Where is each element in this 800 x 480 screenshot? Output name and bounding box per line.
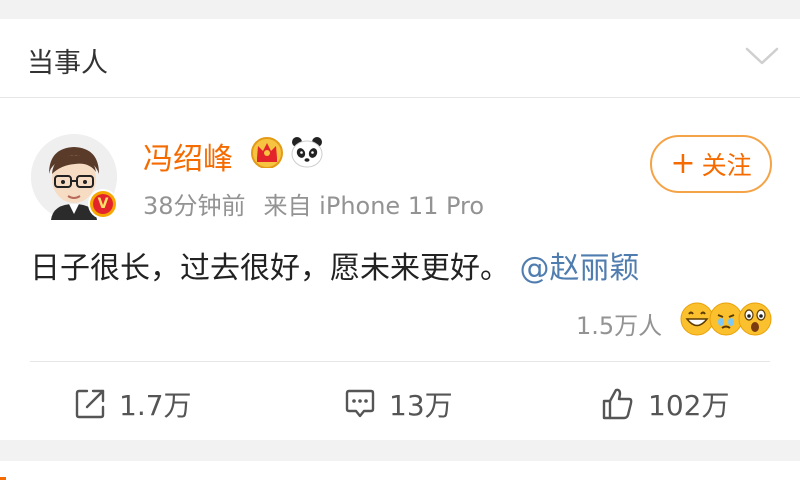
follow-button[interactable]: + 关注 bbox=[650, 135, 772, 193]
divider bbox=[30, 361, 770, 362]
section-title: 当事人 bbox=[27, 48, 108, 79]
surprised-emoji-icon bbox=[738, 302, 772, 336]
comment-button[interactable]: 13万 bbox=[343, 382, 453, 426]
post-card: V 冯绍峰 38分钟前 来自 iPhone 11 Pro + 关注 日子很长，过去… bbox=[0, 98, 800, 440]
avatar[interactable]: V bbox=[31, 134, 118, 220]
follow-label: 关注 bbox=[701, 151, 752, 180]
thumbs-up-icon bbox=[602, 388, 633, 420]
section-header[interactable]: 当事人 bbox=[0, 19, 800, 98]
post-time: 38分钟前 bbox=[143, 192, 246, 220]
username[interactable]: 冯绍峰 bbox=[143, 134, 233, 178]
post-text: 日子很长，过去很好，愿未来更好。 @赵丽颖 bbox=[30, 243, 640, 287]
like-count: 102万 bbox=[648, 389, 730, 422]
mention-link[interactable]: @赵丽颖 bbox=[520, 251, 640, 286]
verified-badge: V bbox=[88, 189, 118, 219]
comment-icon bbox=[345, 389, 375, 418]
panda-icon[interactable] bbox=[290, 136, 324, 168]
post-meta: 38分钟前 来自 iPhone 11 Pro bbox=[143, 186, 484, 221]
next-card bbox=[0, 461, 800, 480]
crown-icon[interactable] bbox=[250, 136, 284, 168]
comment-count: 13万 bbox=[389, 389, 453, 422]
repost-button[interactable]: 1.7万 bbox=[73, 382, 192, 426]
reaction-count: 1.5万人 bbox=[576, 312, 663, 340]
post-body: 日子很长，过去很好，愿未来更好。 bbox=[30, 251, 510, 286]
plus-icon: + bbox=[670, 146, 696, 181]
share-icon bbox=[75, 389, 105, 419]
post-source: 来自 iPhone 11 Pro bbox=[263, 192, 485, 220]
chevron-down-icon[interactable] bbox=[744, 43, 780, 69]
repost-count: 1.7万 bbox=[119, 389, 192, 422]
like-button[interactable]: 102万 bbox=[600, 382, 729, 426]
